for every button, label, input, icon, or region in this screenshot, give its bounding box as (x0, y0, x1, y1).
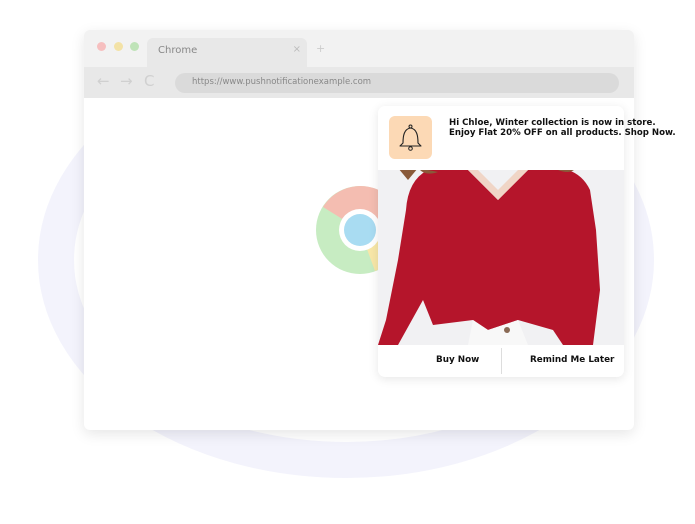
button-divider (501, 348, 502, 374)
bell-icon (399, 124, 422, 151)
url-text: https://www.pushnotificationexample.com (192, 77, 372, 87)
browser-toolbar: ← → C https://www.pushnotificationexampl… (84, 67, 634, 98)
back-icon[interactable]: ← (97, 72, 110, 90)
notification-actions: Buy Now Remind Me Later (378, 345, 624, 377)
product-image[interactable] (378, 170, 624, 345)
forward-icon[interactable]: → (120, 72, 133, 90)
sweater-photo (378, 170, 624, 345)
minimize-window-button[interactable] (114, 42, 123, 51)
buy-now-button[interactable]: Buy Now (436, 355, 479, 365)
new-tab-icon[interactable]: + (316, 42, 325, 55)
title-bar: Chrome × + (84, 30, 634, 67)
notification-message: Hi Chloe, Winter collection is now in st… (449, 118, 676, 138)
tab-label: Chrome (158, 45, 198, 56)
reload-icon[interactable]: C (144, 72, 154, 90)
address-bar[interactable]: https://www.pushnotificationexample.com (175, 73, 619, 93)
push-notification-card[interactable]: Hi Chloe, Winter collection is now in st… (378, 106, 676, 377)
maximize-window-button[interactable] (130, 42, 139, 51)
remind-me-later-button[interactable]: Remind Me Later (530, 355, 614, 365)
tab-chrome[interactable]: Chrome × (147, 38, 307, 67)
close-window-button[interactable] (97, 42, 106, 51)
tab-close-icon[interactable]: × (293, 44, 301, 55)
notification-icon-box (389, 116, 432, 159)
